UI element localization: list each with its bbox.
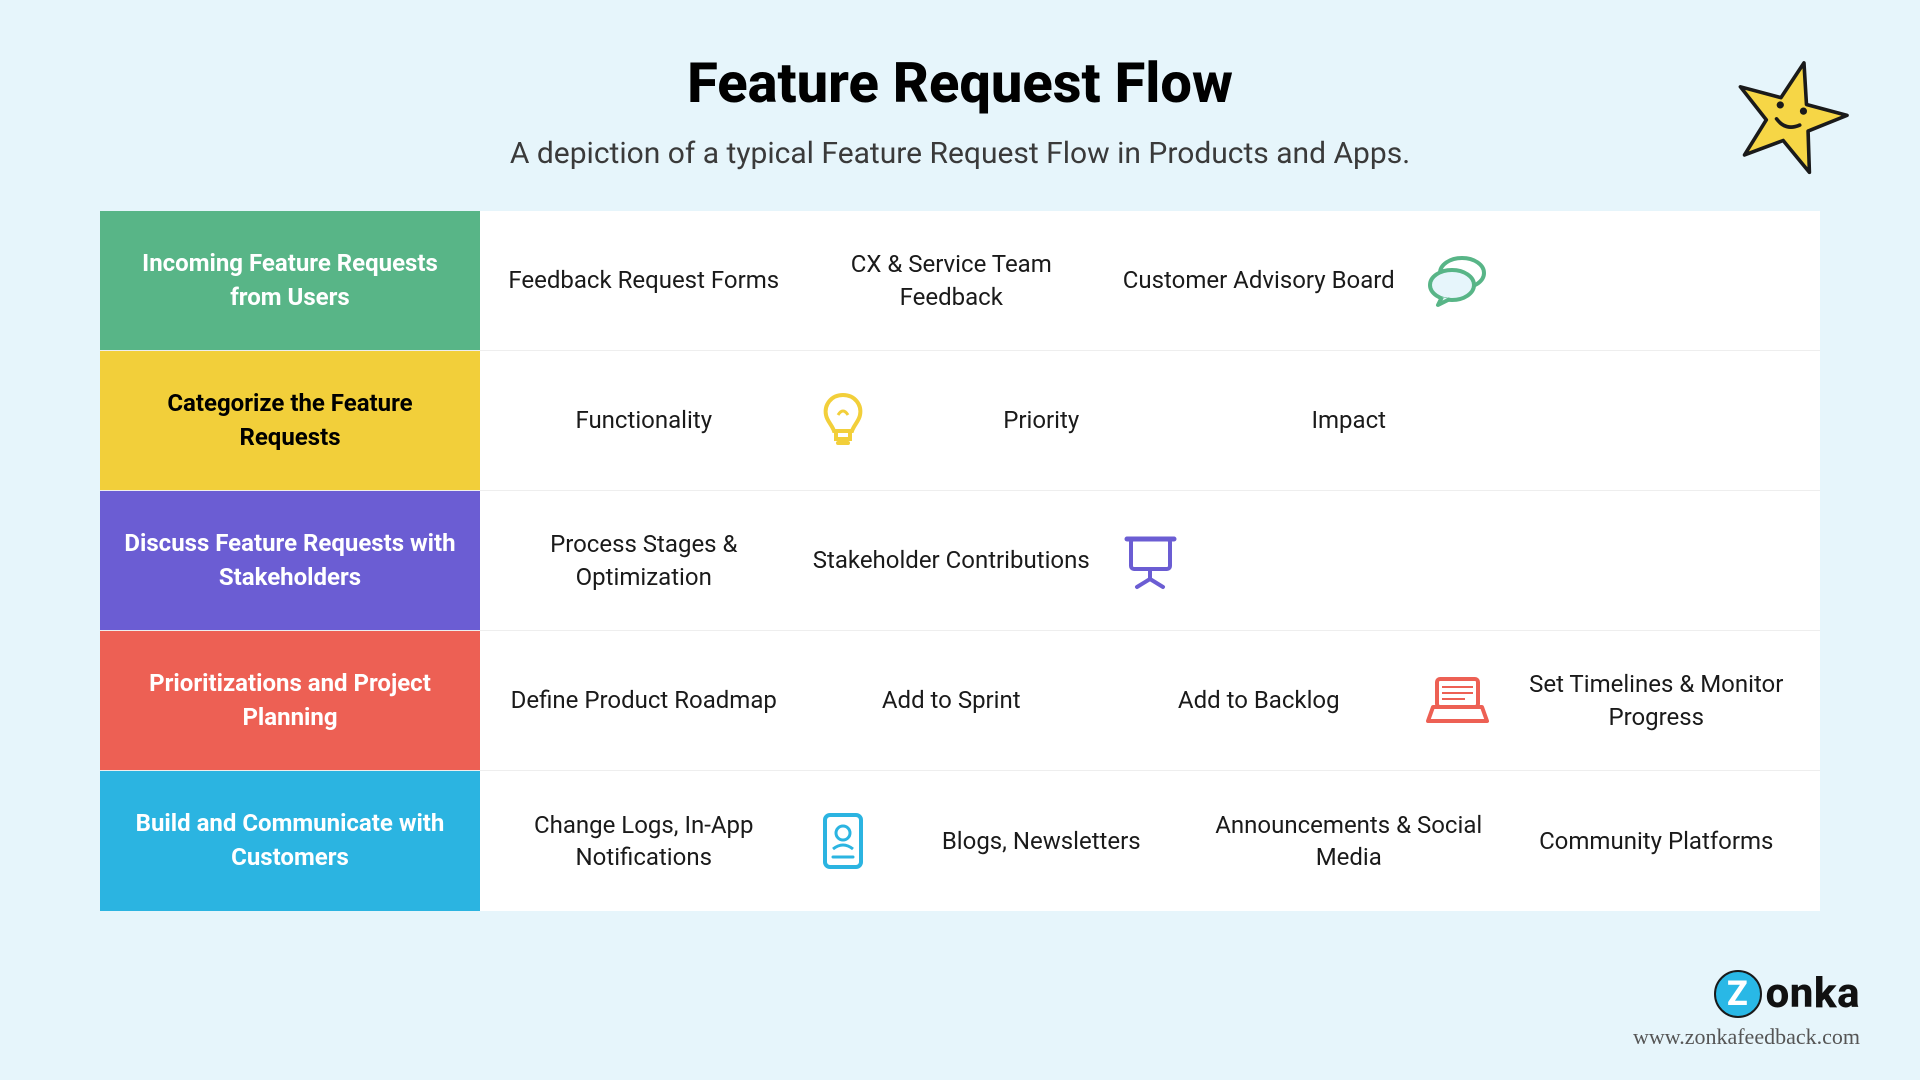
cell: Change Logs, In-App Notifications <box>500 809 788 874</box>
cell: Customer Advisory Board <box>1115 264 1403 296</box>
cell: Blogs, Newsletters <box>898 825 1186 857</box>
cell: Functionality <box>500 404 788 436</box>
row-discuss: Discuss Feature Requests with Stakeholde… <box>100 491 1820 631</box>
brand-text: onka <box>1766 969 1860 1018</box>
presentation-icon <box>1115 531 1185 591</box>
row-label: Discuss Feature Requests with Stakeholde… <box>100 491 480 630</box>
cell: Announcements & Social Media <box>1205 809 1493 874</box>
cell: Priority <box>898 404 1186 436</box>
row-label: Categorize the Feature Requests <box>100 351 480 490</box>
cell: Stakeholder Contributions <box>808 544 1096 576</box>
page-subtitle: A depiction of a typical Feature Request… <box>0 136 1920 171</box>
laptop-icon <box>1423 673 1493 728</box>
cell: Impact <box>1205 404 1493 436</box>
id-card-icon <box>808 811 878 871</box>
cell: Feedback Request Forms <box>500 264 788 296</box>
cell: Add to Sprint <box>808 684 1096 716</box>
chat-icon <box>1423 253 1493 308</box>
row-label: Build and Communicate with Customers <box>100 771 480 911</box>
cell: Add to Backlog <box>1115 684 1403 716</box>
row-label: Incoming Feature Requests from Users <box>100 211 480 350</box>
row-build: Build and Communicate with Customers Cha… <box>100 771 1820 911</box>
row-incoming: Incoming Feature Requests from Users Fee… <box>100 211 1820 351</box>
cell: Community Platforms <box>1513 825 1801 857</box>
brand-url: www.zonkafeedback.com <box>1633 1024 1860 1050</box>
cell: CX & Service Team Feedback <box>808 248 1096 313</box>
cell: Process Stages & Optimization <box>500 528 788 593</box>
row-categorize: Categorize the Feature Requests Function… <box>100 351 1820 491</box>
row-prioritize: Prioritizations and Project Planning Def… <box>100 631 1820 771</box>
row-label: Prioritizations and Project Planning <box>100 631 480 770</box>
cell: Set Timelines & Monitor Progress <box>1513 668 1801 733</box>
page-title: Feature Request Flow <box>0 50 1920 116</box>
cell: Define Product Roadmap <box>500 684 788 716</box>
lightbulb-icon <box>808 391 878 451</box>
footer-brand: Z onka www.zonkafeedback.com <box>1633 969 1860 1050</box>
brand-z-icon: Z <box>1714 970 1762 1018</box>
flow-table: Incoming Feature Requests from Users Fee… <box>100 211 1820 911</box>
